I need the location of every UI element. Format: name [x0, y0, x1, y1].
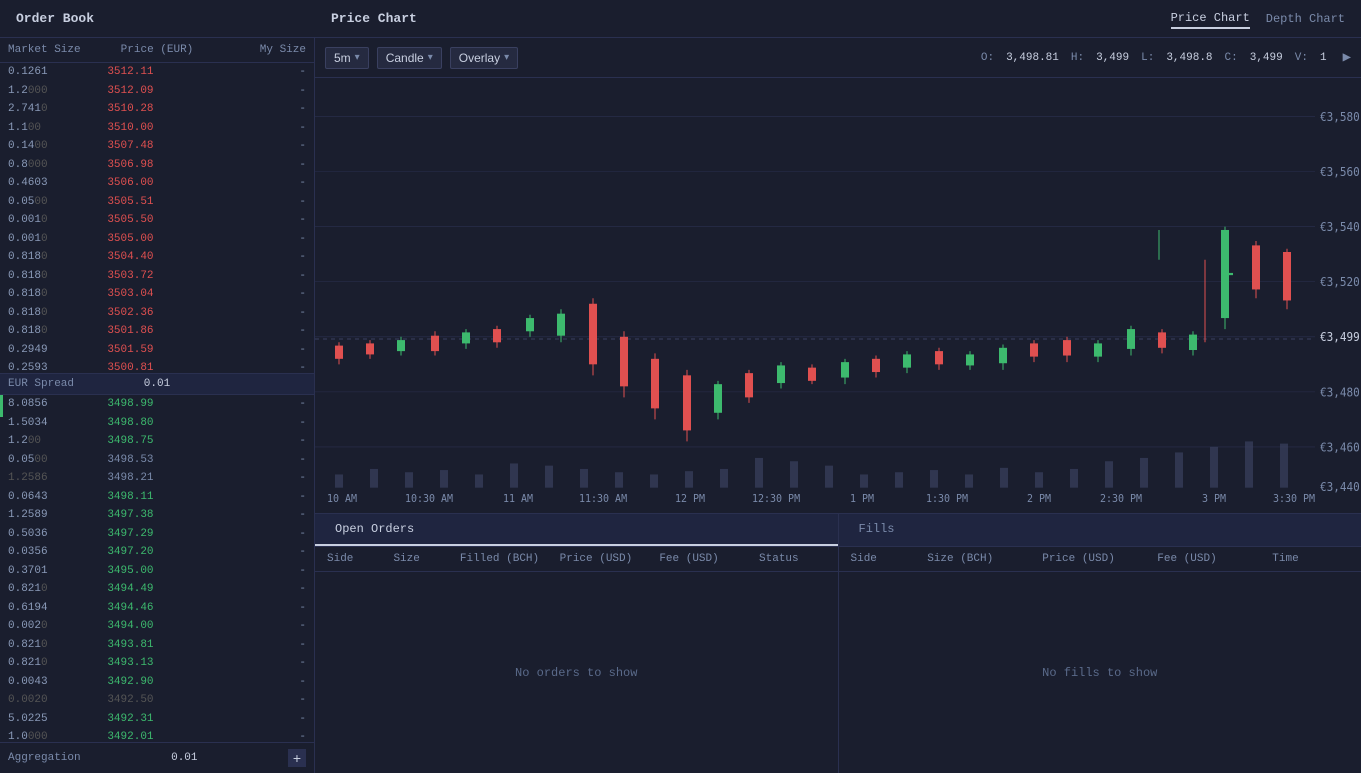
table-row[interactable]: 0.8180 3503.04 - [0, 285, 314, 304]
svg-text:€3,480: €3,480 [1320, 385, 1360, 400]
price-chart-title: Price Chart [315, 11, 1171, 26]
svg-text:€3,520: €3,520 [1320, 275, 1360, 290]
chevron-down-icon: ▾ [428, 52, 433, 63]
table-row[interactable]: 0.0010 3505.50 - [0, 211, 314, 230]
table-row[interactable]: 0.0020 3494.00 - [0, 617, 314, 636]
table-row[interactable]: 0.8210 3493.13 - [0, 654, 314, 673]
table-row[interactable]: 0.6194 3494.46 - [0, 599, 314, 618]
svg-text:€3,580: €3,580 [1320, 109, 1360, 124]
order-book-asks: 0.1261 3512.11 - 1.2000 3512.09 - 2.7410… [0, 63, 314, 373]
table-row[interactable]: 0.0500 3498.53 - [0, 451, 314, 470]
table-row[interactable]: 0.0643 3498.11 - [0, 488, 314, 507]
table-row[interactable]: 0.0356 3497.20 - [0, 543, 314, 562]
svg-text:€3,460: €3,460 [1320, 440, 1360, 455]
table-row[interactable]: 1.2000 3512.09 - [0, 82, 314, 101]
bottom-content: Side Size Filled (BCH) Price (USD) Fee (… [315, 547, 1361, 773]
order-book-spread: EUR Spread 0.01 [0, 373, 314, 395]
table-row[interactable]: 0.1400 3507.48 - [0, 137, 314, 156]
svg-text:2:30 PM: 2:30 PM [1100, 493, 1142, 506]
table-row[interactable]: 1.2589 3497.38 - [0, 506, 314, 525]
aggregation-increase-button[interactable]: + [288, 749, 306, 767]
svg-text:€3,540: €3,540 [1320, 220, 1360, 235]
svg-text:1 PM: 1 PM [850, 493, 874, 506]
svg-text:3:30 PM: 3:30 PM [1273, 493, 1315, 506]
table-row[interactable]: 8.0856 3498.99 - [0, 395, 314, 414]
orders-header: Side Size Filled (BCH) Price (USD) Fee (… [315, 547, 838, 572]
table-row[interactable]: 1.0000 3492.01 - [0, 728, 314, 742]
chart-type-button[interactable]: Candle ▾ [377, 47, 442, 69]
table-row[interactable]: 1.5034 3498.80 - [0, 414, 314, 433]
table-row[interactable]: 0.0010 3505.00 - [0, 230, 314, 249]
overlay-button[interactable]: Overlay ▾ [450, 47, 518, 69]
table-row[interactable]: 0.1261 3512.11 - [0, 63, 314, 82]
table-row[interactable]: 0.8210 3493.81 - [0, 636, 314, 655]
table-row[interactable]: 0.0500 3505.51 - [0, 193, 314, 212]
orders-empty-message: No orders to show [315, 572, 838, 773]
table-row[interactable]: 0.2593 3500.81 - [0, 359, 314, 373]
tab-open-orders[interactable]: Open Orders [315, 514, 838, 546]
chart-toolbar: 5m ▾ Candle ▾ Overlay ▾ O: 3,498.81 H: 3… [315, 38, 1361, 78]
svg-text:11 AM: 11 AM [503, 493, 533, 506]
svg-text:€3,440: €3,440 [1320, 479, 1360, 494]
table-row[interactable]: 0.0043 3492.90 - [0, 673, 314, 692]
table-row[interactable]: 0.8180 3503.72 - [0, 267, 314, 286]
table-row[interactable]: 1.200 3498.75 - [0, 432, 314, 451]
chart-scroll-right-icon[interactable]: ▶ [1343, 49, 1351, 66]
table-row[interactable]: 0.8000 3506.98 - [0, 156, 314, 175]
bottom-panel: Open Orders Fills Side Size Filled (BCH)… [315, 513, 1361, 773]
table-row[interactable]: 0.8180 3504.40 - [0, 248, 314, 267]
order-book-bids: 8.0856 3498.99 - 1.5034 3498.80 - 1.200 … [0, 395, 314, 742]
svg-text:10 AM: 10 AM [327, 493, 357, 506]
table-row[interactable]: 0.4603 3506.00 - [0, 174, 314, 193]
order-book-panel: Market Size Price (EUR) My Size 0.1261 3… [0, 38, 315, 773]
tab-depth-chart[interactable]: Depth Chart [1266, 10, 1345, 28]
table-row[interactable]: 0.8180 3502.36 - [0, 304, 314, 323]
chart-area: 5m ▾ Candle ▾ Overlay ▾ O: 3,498.81 H: 3… [315, 38, 1361, 773]
col-my-size: My Size [207, 44, 306, 56]
chart-ohlcv: O: 3,498.81 H: 3,499 L: 3,498.8 C: 3,499… [981, 52, 1327, 64]
price-chart[interactable]: €3,580 €3,560 €3,540 €3,520 €3,499.00 €3… [315, 78, 1361, 513]
svg-text:€3,560: €3,560 [1320, 164, 1360, 179]
table-row[interactable]: 1.2586 3498.21 - [0, 469, 314, 488]
svg-text:12 PM: 12 PM [675, 493, 705, 506]
order-book-footer: Aggregation 0.01 + [0, 742, 314, 773]
svg-text:3 PM: 3 PM [1202, 493, 1226, 506]
col-market-size: Market Size [8, 44, 107, 56]
svg-text:2 PM: 2 PM [1027, 493, 1051, 506]
table-row[interactable]: 2.7410 3510.28 - [0, 100, 314, 119]
fills-header: Side Size (BCH) Price (USD) Fee (USD) Ti… [839, 547, 1361, 572]
fills-section: Side Size (BCH) Price (USD) Fee (USD) Ti… [839, 547, 1361, 773]
tab-price-chart[interactable]: Price Chart [1171, 9, 1250, 29]
table-row[interactable]: 5.0225 3492.31 - [0, 710, 314, 729]
open-orders-section: Side Size Filled (BCH) Price (USD) Fee (… [315, 547, 839, 773]
table-row[interactable]: 0.8210 3494.49 - [0, 580, 314, 599]
table-row[interactable]: 0.0020 3492.50 - [0, 691, 314, 710]
chevron-down-icon: ▾ [504, 52, 509, 63]
table-row[interactable]: 0.5036 3497.29 - [0, 525, 314, 544]
timeframe-button[interactable]: 5m ▾ [325, 47, 369, 69]
chevron-down-icon: ▾ [355, 52, 360, 63]
svg-text:12:30 PM: 12:30 PM [752, 493, 800, 506]
order-book-header: Market Size Price (EUR) My Size [0, 38, 314, 63]
fills-empty-message: No fills to show [839, 572, 1361, 773]
svg-text:€3,499.00: €3,499.00 [1320, 330, 1361, 345]
table-row[interactable]: 0.8180 3501.86 - [0, 322, 314, 341]
table-row[interactable]: 1.100 3510.00 - [0, 119, 314, 138]
table-row[interactable]: 0.2949 3501.59 - [0, 341, 314, 360]
tab-fills[interactable]: Fills [838, 514, 1361, 546]
svg-text:10:30 AM: 10:30 AM [405, 493, 453, 506]
svg-text:1:30 PM: 1:30 PM [926, 493, 968, 506]
col-price-eur: Price (EUR) [107, 44, 206, 56]
order-book-title: Order Book [0, 11, 315, 26]
svg-text:11:30 AM: 11:30 AM [579, 493, 627, 506]
table-row[interactable]: 0.3701 3495.00 - [0, 562, 314, 581]
bottom-tabs: Open Orders Fills [315, 514, 1361, 547]
